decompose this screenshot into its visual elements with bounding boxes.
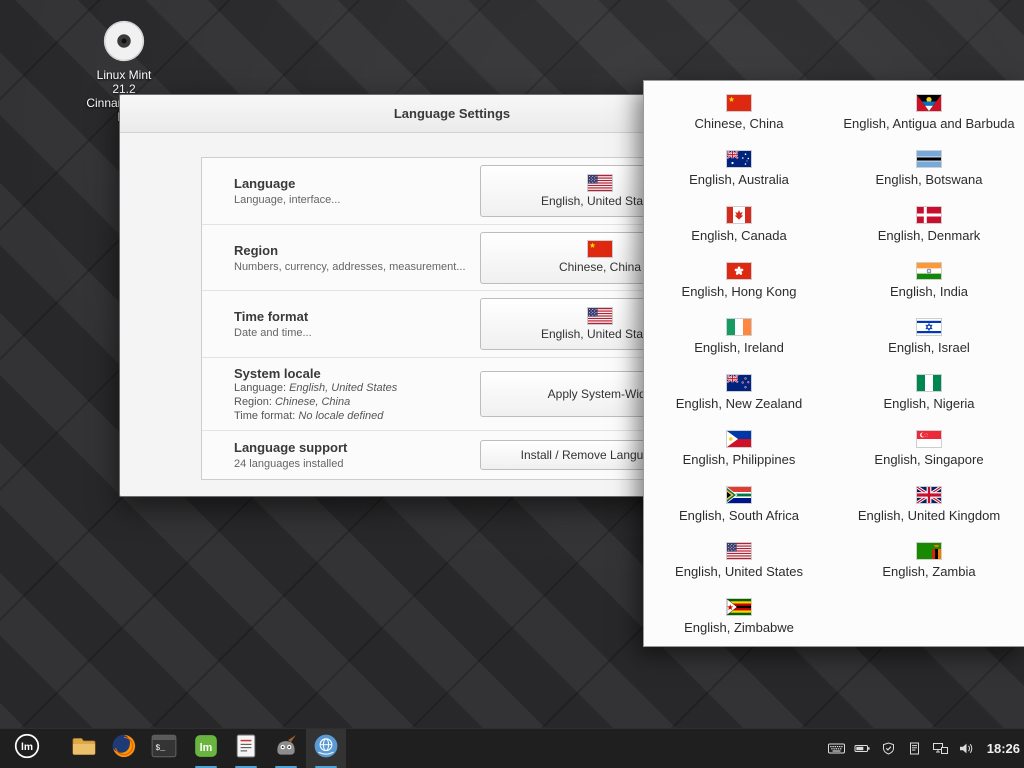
svg-text:lm: lm [21, 742, 33, 753]
gb-flag-icon [917, 487, 941, 503]
language-option[interactable]: English, Canada [644, 197, 834, 253]
firefox-icon [111, 733, 137, 764]
mint-menu-button[interactable]: lm [4, 729, 50, 768]
language-option-label: Chinese, China [695, 116, 784, 131]
us-flag-icon [588, 175, 612, 191]
language-option-label: English, Nigeria [883, 396, 974, 411]
firefox-launcher-button[interactable] [104, 729, 144, 768]
files-launcher-button[interactable] [64, 729, 104, 768]
shield-icon[interactable] [880, 741, 897, 756]
language-option[interactable]: English, Antigua and Barbuda [834, 85, 1024, 141]
language-option[interactable]: English, Ireland [644, 309, 834, 365]
language-option[interactable]: English, Zimbabwe [644, 589, 834, 645]
in-flag-icon [917, 263, 941, 279]
language-option-label: English, United Kingdom [858, 508, 1000, 523]
svg-text:$_: $_ [155, 744, 165, 753]
language-option-label: English, Singapore [874, 452, 983, 467]
disc-icon [101, 18, 147, 64]
taskbar-clock[interactable]: 18:26 [987, 741, 1020, 756]
language-option[interactable]: English, Denmark [834, 197, 1024, 253]
mint-menu-icon: lm [14, 733, 40, 764]
ie-flag-icon [727, 319, 751, 335]
language-option[interactable]: English, Botswana [834, 141, 1024, 197]
zm-flag-icon [917, 543, 941, 559]
language-option[interactable]: English, Zambia [834, 533, 1024, 589]
language-option-label: English, Zambia [882, 564, 975, 579]
language-option[interactable]: English, Australia [644, 141, 834, 197]
language-option-label: English, Zimbabwe [684, 620, 794, 635]
language-option[interactable]: English, Israel [834, 309, 1024, 365]
language-selector-label: English, United States [541, 194, 659, 208]
language-option-label: English, India [890, 284, 968, 299]
files-icon [71, 733, 97, 764]
dk-flag-icon [917, 207, 941, 223]
sg-flag-icon [917, 431, 941, 447]
language-option-label: English, Ireland [694, 340, 784, 355]
document-icon[interactable] [906, 741, 923, 756]
bw-flag-icon [917, 151, 941, 167]
gimp-window-button[interactable] [266, 729, 306, 768]
language-option[interactable]: Chinese, China [644, 85, 834, 141]
system-tray [828, 741, 983, 756]
terminal-launcher-button[interactable]: $_ [144, 729, 184, 768]
language-option[interactable]: English, Nigeria [834, 365, 1024, 421]
language-option[interactable]: English, Philippines [644, 421, 834, 477]
time-format-selector-label: English, United States [541, 327, 659, 341]
ca-flag-icon [727, 207, 751, 223]
taskbar: lm $_ lm 18:26 [0, 728, 1024, 768]
language-option[interactable]: English, United States [644, 533, 834, 589]
language-settings-icon [313, 733, 339, 764]
au-flag-icon [727, 151, 751, 167]
language-popup: Chinese, China English, Antigua and Barbu… [643, 80, 1024, 647]
language-option-label: English, Israel [888, 340, 970, 355]
zw-flag-icon [727, 599, 751, 615]
us-flag-icon [588, 308, 612, 324]
ph-flag-icon [727, 431, 751, 447]
language-option-label: English, South Africa [679, 508, 799, 523]
text-editor-window-button[interactable] [226, 729, 266, 768]
language-option-label: English, Antigua and Barbuda [843, 116, 1014, 131]
mint-welcome-window-button[interactable]: lm [186, 729, 226, 768]
za-flag-icon [727, 487, 751, 503]
taskbar-windows: lm [186, 729, 346, 768]
language-option[interactable]: English, South Africa [644, 477, 834, 533]
language-settings-window-button[interactable] [306, 729, 346, 768]
battery-icon[interactable] [854, 741, 871, 756]
terminal-icon: $_ [151, 733, 177, 764]
mint-welcome-icon: lm [193, 733, 219, 764]
svg-text:lm: lm [200, 742, 213, 754]
language-option[interactable]: English, Singapore [834, 421, 1024, 477]
language-option[interactable]: English, New Zealand [644, 365, 834, 421]
apply-system-wide-label: Apply System-Wide [548, 387, 653, 401]
network-icon[interactable] [932, 741, 949, 756]
ng-flag-icon [917, 375, 941, 391]
language-option-label: English, Canada [691, 228, 786, 243]
hk-flag-icon [727, 263, 751, 279]
keyboard-icon[interactable] [828, 741, 845, 756]
language-option-label: English, New Zealand [676, 396, 802, 411]
language-option[interactable]: English, India [834, 253, 1024, 309]
il-flag-icon [917, 319, 941, 335]
language-option-label: English, Denmark [878, 228, 981, 243]
text-editor-icon [233, 733, 259, 764]
language-option[interactable]: English, Hong Kong [644, 253, 834, 309]
us-flag-icon [727, 543, 751, 559]
desktop: { "theme": { "accent": "#4fa5d8", "taskb… [0, 0, 1024, 768]
language-option[interactable]: English, United Kingdom [834, 477, 1024, 533]
region-selector-label: Chinese, China [559, 260, 641, 274]
volume-icon[interactable] [958, 741, 975, 756]
cn-flag-icon [727, 95, 751, 111]
language-option-label: English, Philippines [683, 452, 796, 467]
gimp-icon [273, 733, 299, 764]
language-option-label: English, United States [675, 564, 803, 579]
language-option-label: English, Hong Kong [682, 284, 797, 299]
cn-flag-icon [588, 241, 612, 257]
language-option-label: English, Botswana [876, 172, 983, 187]
window-title: Language Settings [394, 106, 510, 121]
language-option-label: English, Australia [689, 172, 789, 187]
nz-flag-icon [727, 375, 751, 391]
ag-flag-icon [917, 95, 941, 111]
taskbar-launchers: $_ [64, 729, 184, 768]
